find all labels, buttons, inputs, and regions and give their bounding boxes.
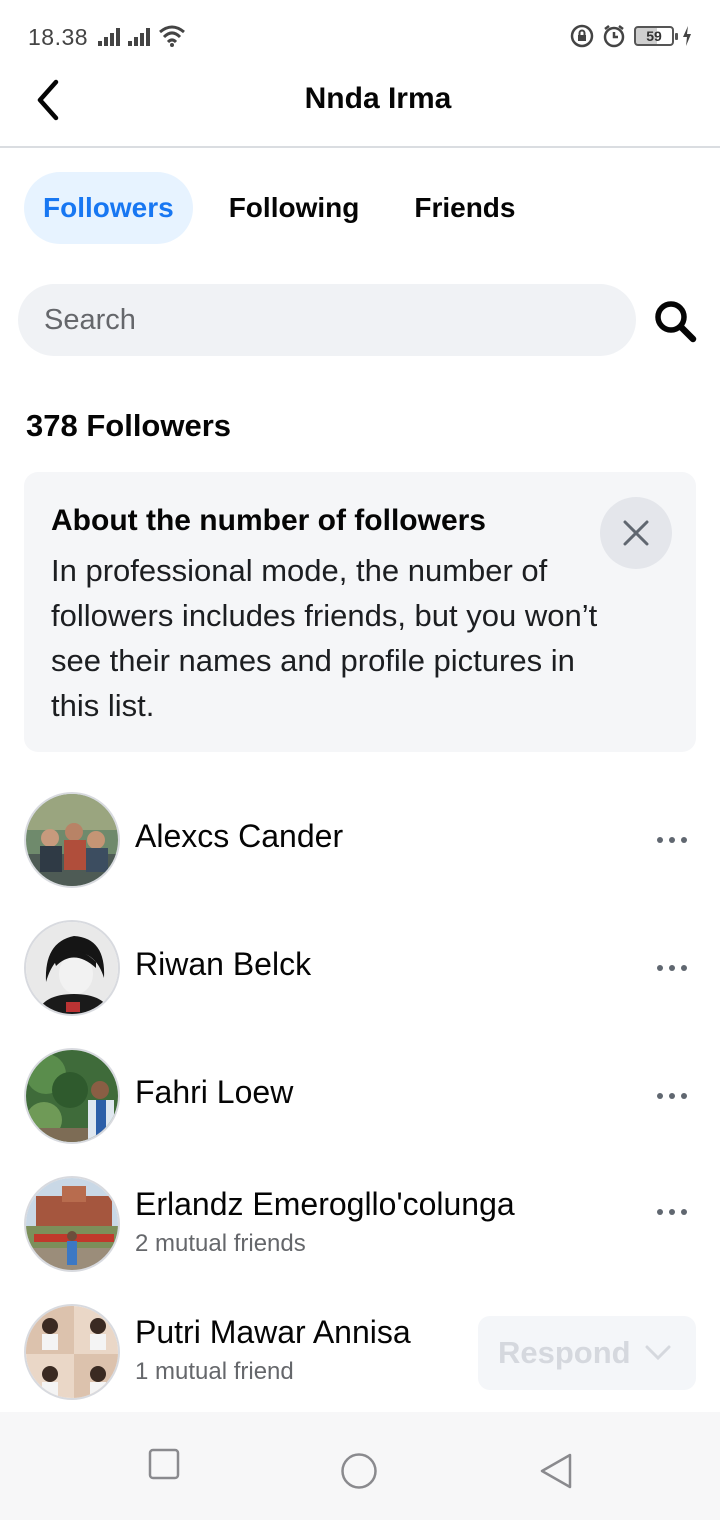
tab-followers[interactable]: Followers <box>24 172 193 244</box>
dot-icon <box>681 965 687 971</box>
follower-row[interactable]: Erlandz Emerogllo'colunga 2 mutual frien… <box>0 1164 720 1284</box>
signal-icon <box>98 28 120 46</box>
more-options-button[interactable] <box>652 1197 692 1227</box>
dot-icon <box>657 1093 663 1099</box>
triangle-back-icon[interactable] <box>538 1452 574 1490</box>
avatar <box>24 920 120 1016</box>
follower-name: Alexcs Cander <box>135 818 344 854</box>
charging-icon <box>683 26 691 46</box>
dot-icon <box>669 965 675 971</box>
status-icons: 59 <box>570 24 692 48</box>
wifi-icon <box>159 25 185 47</box>
dot-icon <box>657 1209 663 1215</box>
more-options-button[interactable] <box>652 825 692 855</box>
app-header: Nnda Irma <box>0 76 720 148</box>
tab-bar: Followers Following Friends <box>24 172 551 244</box>
close-icon <box>623 520 649 546</box>
info-body: In professional mode, the number of foll… <box>51 553 598 723</box>
search-button[interactable] <box>652 298 698 344</box>
follower-name: Erlandz Emerogllo'colunga <box>135 1186 515 1222</box>
dot-icon <box>669 837 675 843</box>
dot-icon <box>657 837 663 843</box>
mutual-friends: 2 mutual friends <box>135 1230 306 1257</box>
dot-icon <box>681 837 687 843</box>
page-title: Nnda Irma <box>304 82 452 115</box>
group-photo-avatar <box>26 794 118 886</box>
outdoor-portrait-avatar <box>26 1050 118 1142</box>
status-time: 18.38 <box>28 24 89 50</box>
respond-button[interactable]: Respond <box>478 1316 696 1390</box>
collage-avatar <box>26 1306 118 1398</box>
followers-count: 378 Followers <box>26 408 232 443</box>
respond-label: Respond <box>498 1335 631 1370</box>
avatar <box>24 1048 120 1144</box>
dot-icon <box>669 1093 675 1099</box>
tab-friends[interactable]: Friends <box>395 172 534 244</box>
close-button[interactable] <box>600 497 672 569</box>
avatar <box>24 1304 120 1400</box>
tab-following[interactable]: Following <box>210 172 379 244</box>
follower-name: Fahri Loew <box>135 1074 294 1110</box>
landmark-photo-avatar <box>26 1178 118 1270</box>
dot-icon <box>657 965 663 971</box>
chevron-down-icon <box>645 1345 671 1361</box>
square-icon[interactable] <box>148 1448 180 1480</box>
circle-icon[interactable] <box>340 1452 378 1490</box>
dot-icon <box>681 1209 687 1215</box>
more-options-button[interactable] <box>652 953 692 983</box>
info-title: About the number of followers <box>51 504 486 537</box>
portrait-avatar <box>26 922 118 1014</box>
follower-row[interactable]: Riwan Belck <box>0 908 720 1028</box>
mutual-friends: 1 mutual friend <box>135 1358 294 1385</box>
avatar <box>24 792 120 888</box>
battery-icon: 59 <box>634 26 678 46</box>
follower-name: Riwan Belck <box>135 946 312 982</box>
system-nav-bar <box>0 1412 720 1520</box>
info-card: About the number of followers In profess… <box>24 472 696 752</box>
follower-row[interactable]: Alexcs Cander <box>0 780 720 900</box>
status-bar: 18.38 59 <box>0 0 720 76</box>
avatar <box>24 1176 120 1272</box>
search-icon <box>655 301 697 343</box>
more-options-button[interactable] <box>652 1081 692 1111</box>
alarm-icon <box>603 25 625 48</box>
dot-icon <box>669 1209 675 1215</box>
search-input[interactable] <box>18 284 636 356</box>
dot-icon <box>681 1093 687 1099</box>
lock-rotation-icon <box>570 24 594 48</box>
follower-name: Putri Mawar Annisa <box>135 1314 411 1350</box>
follower-row[interactable]: Fahri Loew <box>0 1036 720 1156</box>
signal-icon-2 <box>128 28 150 46</box>
